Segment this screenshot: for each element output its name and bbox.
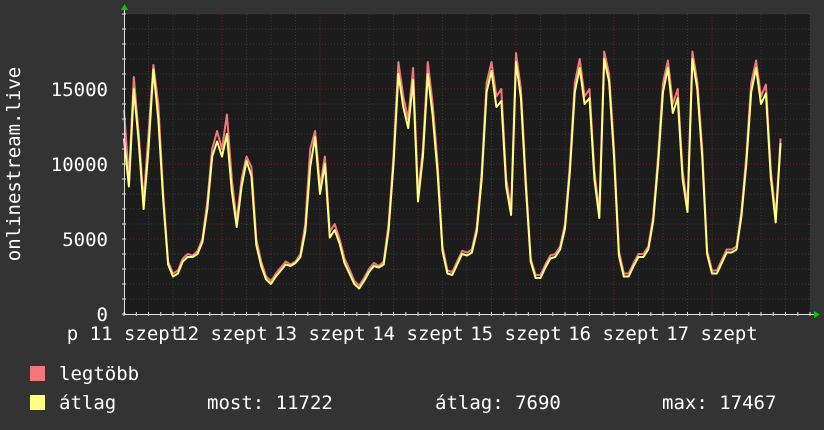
x-tick-label: 12 szept <box>176 323 268 345</box>
stat-average: átlag: 7690 <box>435 393 561 413</box>
y-axis-arrow <box>121 4 128 10</box>
y-axis-label: onlinestream.live <box>3 67 25 261</box>
x-tick-label: 16 szept <box>568 323 660 345</box>
stat-average-label: átlag: <box>435 392 504 414</box>
x-tick-label: 13 szept <box>274 323 366 345</box>
stat-current-label: most: <box>207 392 265 414</box>
stat-max-label: max: <box>662 392 708 414</box>
stat-current-value: 11722 <box>275 392 333 414</box>
x-tick-label: 15 szept <box>470 323 562 345</box>
x-tick-label: 17 szept <box>666 323 758 345</box>
legend-avg: átlag most: 11722 átlag: 7690 max: 17467 <box>30 393 810 413</box>
legend-avg-swatch <box>30 395 45 410</box>
x-axis-arrow <box>814 311 820 318</box>
stat-max: max: 17467 <box>662 393 776 413</box>
legend-max: legtöbb <box>30 364 139 384</box>
y-tick-label: 10000 <box>51 154 108 176</box>
legend-max-swatch <box>30 366 45 381</box>
stat-max-value: 17467 <box>719 392 777 414</box>
stat-current: most: 11722 <box>207 393 333 413</box>
y-tick-label: 15000 <box>51 79 108 101</box>
y-tick-label: 5000 <box>62 229 108 251</box>
legend-max-label: legtöbb <box>59 363 140 385</box>
x-tick-label: p 11 szept <box>67 323 181 345</box>
stat-average-value: 7690 <box>515 392 561 414</box>
legend-avg-label: átlag <box>59 392 117 414</box>
x-tick-label: 14 szept <box>372 323 464 345</box>
